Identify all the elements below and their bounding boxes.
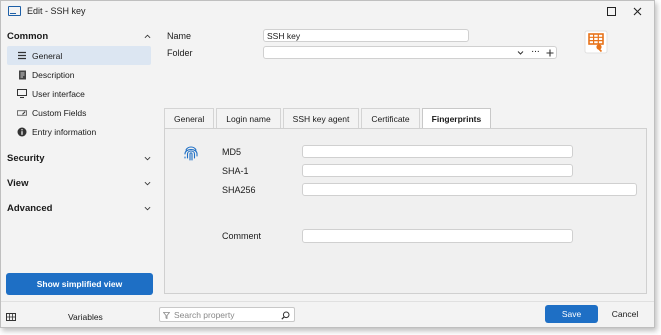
maximize-icon xyxy=(606,6,616,16)
fingerprints-panel: MD5 SHA-1 SHA256 Comment xyxy=(164,128,647,294)
edit-window: Edit - SSH key Common General Descriptio… xyxy=(0,0,655,328)
sha1-label: SHA-1 xyxy=(222,166,249,176)
sha1-field[interactable] xyxy=(302,164,573,177)
section-security[interactable]: Security xyxy=(7,149,151,167)
tab-bar: General Login name SSH key agent Certifi… xyxy=(164,108,493,128)
sidebar-item-label: General xyxy=(32,50,63,61)
sidebar-item-general[interactable]: General xyxy=(7,46,151,65)
folder-select[interactable] xyxy=(263,46,557,59)
chevron-up-icon xyxy=(144,34,151,38)
chevron-down-icon xyxy=(144,156,151,160)
edit-field-icon xyxy=(17,108,27,118)
tab-general[interactable]: General xyxy=(164,108,215,128)
app-window-icon xyxy=(8,6,21,16)
entry-type-icon xyxy=(583,29,609,55)
close-icon xyxy=(633,7,641,15)
save-button[interactable]: Save xyxy=(545,305,598,323)
folder-label: Folder xyxy=(167,48,193,58)
sidebar-item-label: Entry information xyxy=(32,126,97,137)
section-security-label: Security xyxy=(7,152,45,164)
md5-field[interactable] xyxy=(302,145,573,158)
section-advanced[interactable]: Advanced xyxy=(7,199,151,217)
show-simplified-view-button[interactable]: Show simplified view xyxy=(6,273,153,295)
filter-icon xyxy=(163,312,170,319)
variables-button[interactable]: Variables xyxy=(6,308,154,325)
maximize-button[interactable] xyxy=(601,3,621,19)
chevron-down-icon[interactable] xyxy=(517,50,524,56)
sidebar: Common General Description User interfac… xyxy=(1,25,157,301)
fingerprint-icon xyxy=(183,145,199,163)
table-icon xyxy=(6,312,16,321)
sidebar-item-label: Description xyxy=(32,69,75,80)
tab-fingerprints[interactable]: Fingerprints xyxy=(421,108,492,128)
sidebar-item-description[interactable]: Description xyxy=(7,65,151,84)
add-icon[interactable] xyxy=(546,49,554,57)
more-icon[interactable]: ··· xyxy=(531,46,540,57)
search-icon[interactable] xyxy=(281,311,290,320)
chevron-down-icon xyxy=(144,206,151,210)
sidebar-item-custom-fields[interactable]: Custom Fields xyxy=(7,103,151,122)
section-common-label: Common xyxy=(7,30,49,42)
sha256-label: SHA256 xyxy=(222,185,256,195)
window-title: Edit - SSH key xyxy=(27,6,86,16)
monitor-icon xyxy=(17,89,27,99)
bottom-bar: Variables Search property Save Cancel xyxy=(1,301,654,327)
sha256-field[interactable] xyxy=(302,183,637,196)
section-advanced-label: Advanced xyxy=(7,202,53,214)
variables-label: Variables xyxy=(68,311,103,322)
chevron-down-icon xyxy=(144,181,151,185)
list-icon xyxy=(17,51,27,61)
sidebar-item-label: User interface xyxy=(32,88,85,99)
md5-label: MD5 xyxy=(222,147,242,157)
name-field[interactable]: SSH key xyxy=(263,29,469,42)
title-bar: Edit - SSH key xyxy=(1,1,654,21)
sidebar-item-entry-information[interactable]: Entry information xyxy=(7,122,151,141)
info-icon xyxy=(17,127,27,137)
comment-label: Comment xyxy=(222,231,262,241)
sidebar-item-user-interface[interactable]: User interface xyxy=(7,84,151,103)
search-property-input[interactable]: Search property xyxy=(159,307,295,322)
section-view[interactable]: View xyxy=(7,174,151,192)
tab-login-name[interactable]: Login name xyxy=(216,108,281,128)
search-placeholder: Search property xyxy=(174,309,235,320)
cancel-button[interactable]: Cancel xyxy=(602,305,648,323)
close-button[interactable] xyxy=(627,3,647,19)
name-label: Name xyxy=(167,31,192,41)
note-icon xyxy=(17,70,27,80)
section-view-label: View xyxy=(7,177,29,189)
tab-certificate[interactable]: Certificate xyxy=(361,108,420,128)
tab-ssh-key-agent[interactable]: SSH key agent xyxy=(282,108,360,128)
main-panel: Name SSH key Folder ··· General Login na… xyxy=(158,25,654,300)
sidebar-item-label: Custom Fields xyxy=(32,107,87,118)
section-common[interactable]: Common xyxy=(7,27,151,45)
comment-field[interactable] xyxy=(302,229,573,243)
